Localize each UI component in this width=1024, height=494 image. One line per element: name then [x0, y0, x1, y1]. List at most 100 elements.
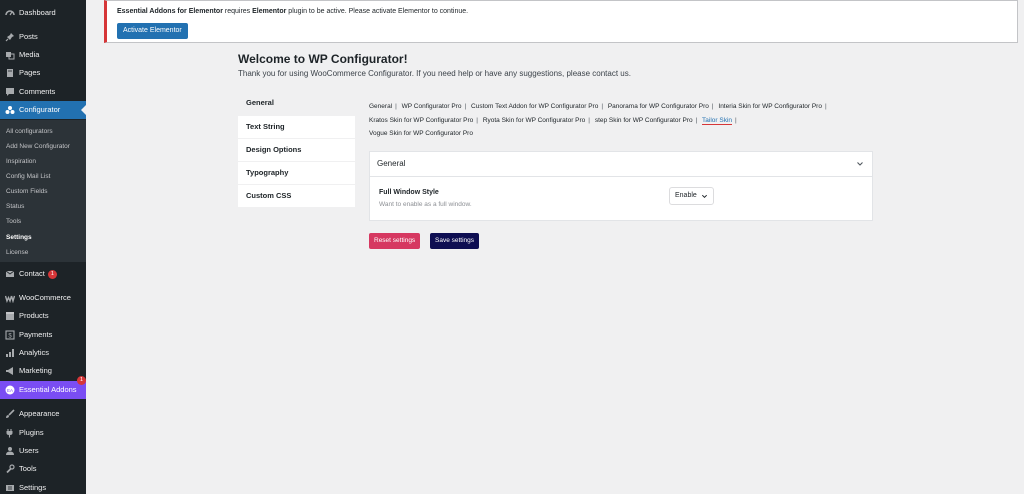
link-tailor-skin[interactable]: Tailor Skin [702, 117, 732, 124]
field-description: Want to enable as a full window. [379, 201, 472, 208]
link-interia-skin[interactable]: Interia Skin for WP Configurator Pro [718, 103, 822, 110]
save-settings-button[interactable]: Save settings [430, 233, 480, 249]
link-general[interactable]: General [369, 103, 392, 110]
comment-icon [5, 87, 15, 97]
link-custom-text-addon[interactable]: Custom Text Addon for WP Configurator Pr… [471, 103, 598, 110]
analytics-icon [5, 348, 15, 358]
panel-title: General [377, 159, 406, 168]
pin-icon [5, 32, 15, 42]
brush-icon [5, 409, 15, 419]
sidebar-item-media[interactable]: Media [0, 46, 86, 64]
notice-dependency-name: Elementor [252, 8, 287, 15]
sidebar-item-label: Contact [19, 269, 45, 278]
sidebar-item-label: Plugins [19, 428, 44, 437]
sidebar-item-label: Settings [19, 483, 47, 492]
ea-icon: EA [5, 385, 15, 395]
user-icon [5, 446, 15, 456]
submenu-status[interactable]: Status [6, 199, 24, 214]
sidebar-item-label: Tools [19, 464, 37, 473]
sidebar-item-label: Users [19, 446, 39, 455]
plugin-icon [5, 428, 15, 438]
sidebar-item-woocommerce[interactable]: WooCommerce [0, 289, 86, 307]
sidebar-item-plugins[interactable]: Plugins [0, 424, 86, 442]
tab-text-string[interactable]: Text String [238, 116, 355, 138]
link-step-skin[interactable]: step Skin for WP Configurator Pro [595, 117, 693, 124]
sidebar-item-label: Configurator [19, 105, 61, 114]
sidebar-item-appearance[interactable]: Appearance [0, 405, 86, 423]
submenu-custom-fields[interactable]: Custom Fields [6, 184, 48, 199]
link-vogue-skin[interactable]: Vogue Skin for WP Configurator Pro [369, 130, 473, 137]
page-title: Welcome to WP Configurator! [238, 52, 408, 66]
sidebar-item-essential-addons[interactable]: EA Essential Addons 1 [0, 376, 86, 399]
tab-typography[interactable]: Typography [238, 162, 355, 184]
notification-badge: 1 [47, 269, 57, 279]
sidebar-item-analytics[interactable]: Analytics [0, 344, 86, 362]
sidebar-item-posts[interactable]: Posts [0, 28, 86, 46]
sidebar-item-label: Comments [19, 87, 56, 96]
dashboard-icon [5, 8, 15, 18]
chevron-down-icon[interactable] [856, 160, 864, 168]
link-separator: | [395, 103, 397, 110]
sidebar-item-comments[interactable]: Comments [0, 83, 86, 101]
sidebar-item-label: Payments [19, 330, 53, 339]
sidebar-item-configurator[interactable]: Configurator [0, 101, 86, 119]
submenu-settings[interactable]: Settings [6, 230, 32, 245]
link-separator: | [711, 103, 714, 110]
settings-panel: General Full Window Style Want to enable… [369, 151, 873, 221]
sidebar-item-pages[interactable]: Pages [0, 64, 86, 82]
notice-text-part: plugin to be active. Please activate Ele… [286, 8, 469, 15]
link-separator: | [588, 116, 590, 124]
activate-elementor-button[interactable]: Activate Elementor [117, 23, 188, 39]
tab-design-options[interactable]: Design Options [238, 139, 355, 161]
section-links: General | WP Configurator Pro | Custom Tex… [369, 100, 879, 141]
sidebar-item-label: Posts [19, 32, 38, 41]
link-kratos-skin[interactable]: Kratos Skin for WP Configurator Pro [369, 117, 473, 124]
sidebar-item-users[interactable]: Users [0, 442, 86, 460]
submenu-inspiration[interactable]: Inspiration [6, 154, 36, 169]
sidebar-item-marketing[interactable]: Marketing [0, 362, 86, 380]
sidebar-item-label: Dashboard [19, 8, 56, 17]
sidebar-item-label: Media [19, 50, 40, 59]
settings-icon [5, 483, 15, 493]
sidebar-item-dashboard[interactable]: Dashboard [0, 4, 86, 22]
full-window-style-select[interactable]: Enable [669, 187, 714, 205]
products-icon [5, 311, 15, 321]
wrench-icon [5, 464, 15, 474]
woo-icon [5, 293, 15, 303]
submenu-all-configurators[interactable]: All configurators [6, 124, 53, 139]
pages-icon [5, 68, 15, 78]
tab-custom-css[interactable]: Custom CSS [238, 185, 355, 207]
submenu-config-mail-list[interactable]: Config Mail List [6, 169, 50, 184]
link-separator: | [476, 116, 478, 124]
sidebar-item-label: Products [19, 311, 49, 320]
admin-sidebar: Dashboard Posts Media Pages Comments Con… [0, 0, 86, 494]
sidebar-item-products[interactable]: Products [0, 307, 86, 325]
link-separator: | [695, 116, 698, 124]
svg-text:EA: EA [7, 388, 13, 393]
payments-icon: $ [5, 330, 15, 340]
link-panorama[interactable]: Panorama for WP Configurator Pro [608, 103, 709, 110]
chevron-down-icon [701, 194, 708, 199]
sidebar-item-payments[interactable]: $ Payments [0, 326, 86, 344]
admin-notice: Essential Addons for Elementor requires … [104, 0, 1018, 43]
submenu-add-new-configurator[interactable]: Add New Configurator [6, 139, 70, 154]
link-separator: | [824, 103, 827, 110]
submenu-license[interactable]: License [6, 245, 28, 260]
notice-text-part: requires [222, 8, 253, 15]
sidebar-item-contact[interactable]: Contact 1 [0, 265, 86, 283]
sidebar-item-tools[interactable]: Tools [0, 460, 86, 478]
reset-settings-button[interactable]: Reset settings [369, 233, 421, 249]
configurator-icon [5, 105, 15, 115]
submenu-tools[interactable]: Tools [6, 214, 21, 229]
media-icon [5, 50, 15, 60]
configurator-submenu: All configurators Add New Configurator I… [0, 120, 86, 262]
field-label: Full Window Style [379, 189, 439, 196]
notice-plugin-name: Essential Addons for Elementor [117, 8, 223, 15]
panel-header[interactable]: General [370, 152, 872, 177]
sidebar-item-label: Analytics [19, 348, 50, 357]
link-separator: | [735, 116, 737, 124]
link-wp-configurator-pro[interactable]: WP Configurator Pro [402, 103, 462, 110]
tab-general[interactable]: General [238, 92, 355, 114]
sidebar-item-settings[interactable]: Settings [0, 479, 86, 494]
link-ryota-skin[interactable]: Ryota Skin for WP Configurator Pro [483, 117, 585, 124]
